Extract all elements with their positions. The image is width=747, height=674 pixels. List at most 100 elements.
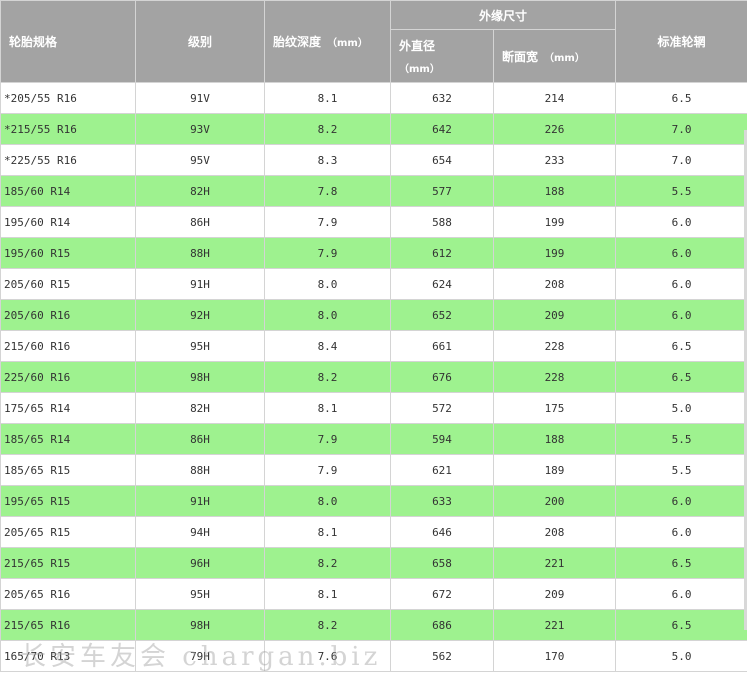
- header-tread-depth-label: 胎纹深度: [273, 35, 322, 49]
- cell-grade: 79H: [135, 640, 265, 672]
- cell-rim: 6.0: [615, 485, 747, 517]
- cell-spec: *225/55 R16: [0, 144, 136, 176]
- cell-rim: 6.5: [615, 609, 747, 641]
- cell-diameter: 652: [390, 299, 494, 331]
- cell-grade: 95H: [135, 330, 265, 362]
- cell-spec: 205/65 R15: [0, 516, 136, 548]
- cell-grade: 86H: [135, 423, 265, 455]
- table-row: 165/70 R13 79H 7.6 562 170 5.0: [0, 640, 747, 672]
- cell-depth: 8.2: [264, 547, 391, 579]
- cell-spec: 205/60 R16: [0, 299, 136, 331]
- cell-grade: 95V: [135, 144, 265, 176]
- table-row: 215/65 R15 96H 8.2 658 221 6.5: [0, 547, 747, 579]
- cell-grade: 98H: [135, 361, 265, 393]
- cell-rim: 6.5: [615, 82, 747, 114]
- cell-width: 214: [492, 82, 617, 114]
- cell-width: 208: [492, 516, 617, 548]
- cell-spec: 185/65 R15: [0, 454, 136, 486]
- cell-diameter: 642: [390, 113, 494, 145]
- cell-depth: 7.9: [264, 423, 391, 455]
- table-row: 185/60 R14 82H 7.8 577 188 5.5: [0, 175, 747, 207]
- table-row: 205/60 R16 92H 8.0 652 209 6.0: [0, 299, 747, 331]
- header-grade: 级别: [135, 0, 265, 83]
- cell-diameter: 672: [390, 578, 494, 610]
- cell-width: 170: [492, 640, 617, 672]
- cell-rim: 6.5: [615, 361, 747, 393]
- cell-rim: 6.5: [615, 330, 747, 362]
- cell-depth: 8.2: [264, 609, 391, 641]
- cell-diameter: 658: [390, 547, 494, 579]
- cell-rim: 5.0: [615, 640, 747, 672]
- table-row: 195/60 R14 86H 7.9 588 199 6.0: [0, 206, 747, 238]
- table-row: 205/65 R16 95H 8.1 672 209 6.0: [0, 578, 747, 610]
- cell-rim: 6.0: [615, 299, 747, 331]
- table-row: 205/65 R15 94H 8.1 646 208 6.0: [0, 516, 747, 548]
- table-row: 215/60 R16 95H 8.4 661 228 6.5: [0, 330, 747, 362]
- cell-diameter: 588: [390, 206, 494, 238]
- header-tread-depth: 胎纹深度 （mm）: [264, 0, 391, 83]
- header-tread-depth-unit: （mm）: [327, 38, 368, 49]
- cell-width: 228: [492, 330, 617, 362]
- cell-grade: 92H: [135, 299, 265, 331]
- cell-grade: 94H: [135, 516, 265, 548]
- cell-rim: 6.0: [615, 268, 747, 300]
- table-row: *225/55 R16 95V 8.3 654 233 7.0: [0, 144, 747, 176]
- header-section-width: 断面宽 （mm）: [492, 29, 617, 83]
- cell-diameter: 612: [390, 237, 494, 269]
- cell-depth: 7.9: [264, 206, 391, 238]
- table-row: *215/55 R16 93V 8.2 642 226 7.0: [0, 113, 747, 145]
- cell-width: 189: [492, 454, 617, 486]
- cell-width: 228: [492, 361, 617, 393]
- cell-rim: 5.0: [615, 392, 747, 424]
- cell-diameter: 676: [390, 361, 494, 393]
- cell-diameter: 686: [390, 609, 494, 641]
- tire-spec-table: 轮胎规格 级别 胎纹深度 （mm） 外缘尺寸 标准轮辋 外直径 （mm） 断面宽 （m…: [0, 0, 747, 672]
- cell-width: 209: [492, 299, 617, 331]
- header-outer-size: 外缘尺寸: [389, 0, 617, 30]
- cell-depth: 8.1: [264, 392, 391, 424]
- cell-spec: *205/55 R16: [0, 82, 136, 114]
- cell-grade: 93V: [135, 113, 265, 145]
- cell-diameter: 661: [390, 330, 494, 362]
- table-row: 195/60 R15 88H 7.9 612 199 6.0: [0, 237, 747, 269]
- table-body: *205/55 R16 91V 8.1 632 214 6.5 *215/55 R16 93V…: [0, 82, 747, 672]
- cell-depth: 7.9: [264, 454, 391, 486]
- header-section-width-unit: （mm）: [544, 52, 585, 64]
- cell-spec: 215/65 R16: [0, 609, 136, 641]
- cell-spec: 205/60 R15: [0, 268, 136, 300]
- cell-depth: 8.0: [264, 485, 391, 517]
- cell-spec: 175/65 R14: [0, 392, 136, 424]
- cell-diameter: 572: [390, 392, 494, 424]
- cell-diameter: 577: [390, 175, 494, 207]
- cell-spec: 225/60 R16: [0, 361, 136, 393]
- header-spec: 轮胎规格: [0, 0, 136, 83]
- cell-grade: 82H: [135, 392, 265, 424]
- cell-grade: 98H: [135, 609, 265, 641]
- cell-spec: 195/60 R14: [0, 206, 136, 238]
- cell-rim: 6.0: [615, 206, 747, 238]
- cell-width: 200: [492, 485, 617, 517]
- cell-spec: 195/65 R15: [0, 485, 136, 517]
- cell-depth: 8.0: [264, 299, 391, 331]
- cell-grade: 88H: [135, 237, 265, 269]
- header-outer-diameter: 外直径 （mm）: [390, 29, 494, 83]
- cell-rim: 5.5: [615, 175, 747, 207]
- cell-depth: 8.1: [264, 516, 391, 548]
- cell-rim: 6.0: [615, 516, 747, 548]
- cell-depth: 7.9: [264, 237, 391, 269]
- cell-width: 199: [492, 206, 617, 238]
- cell-depth: 8.2: [264, 113, 391, 145]
- cell-rim: 5.5: [615, 454, 747, 486]
- cell-rim: 6.5: [615, 547, 747, 579]
- table-row: 175/65 R14 82H 8.1 572 175 5.0: [0, 392, 747, 424]
- table-row: 205/60 R15 91H 8.0 624 208 6.0: [0, 268, 747, 300]
- cell-diameter: 621: [390, 454, 494, 486]
- cell-spec: 195/60 R15: [0, 237, 136, 269]
- cell-spec: 165/70 R13: [0, 640, 136, 672]
- table-row: 225/60 R16 98H 8.2 676 228 6.5: [0, 361, 747, 393]
- cell-width: 208: [492, 268, 617, 300]
- table-row: 185/65 R14 86H 7.9 594 188 5.5: [0, 423, 747, 455]
- cell-rim: 6.0: [615, 578, 747, 610]
- cell-rim: 7.0: [615, 113, 747, 145]
- header-section-width-label: 断面宽: [502, 49, 539, 64]
